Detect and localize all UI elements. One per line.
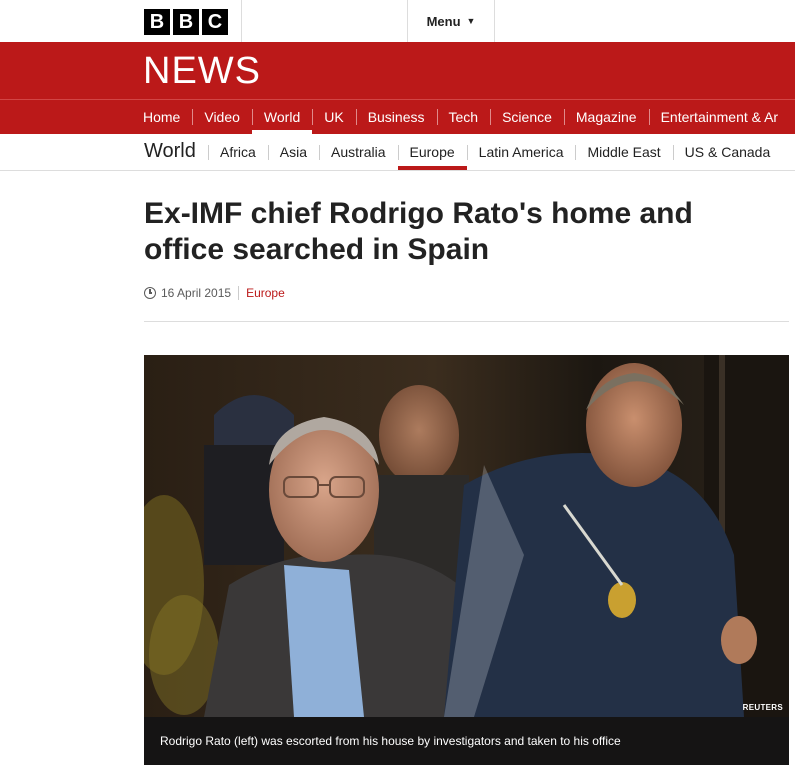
section-link[interactable]: Europe (246, 286, 285, 300)
nav-item-uk[interactable]: UK (312, 100, 355, 134)
nav-item-science[interactable]: Science (490, 100, 564, 134)
subnav-item-australia[interactable]: Australia (319, 134, 397, 170)
nav-item-home[interactable]: Home (131, 100, 192, 134)
article-date: 16 April 2015 (161, 286, 232, 300)
bbc-logo[interactable]: B B C (144, 9, 228, 35)
menu-label: Menu (426, 13, 461, 29)
menu-button[interactable]: Menu ▼ (407, 0, 495, 42)
secondary-nav: World Africa Asia Australia Europe Latin… (0, 134, 795, 171)
nav-item-magazine[interactable]: Magazine (563, 100, 649, 134)
subnav-item-middle-east[interactable]: Middle East (575, 134, 672, 170)
nav-item-entertainment[interactable]: Entertainment & Ar (648, 100, 791, 134)
image-caption-text: Rodrigo Rato (left) was escorted from hi… (160, 734, 621, 748)
bbc-logo-letter: C (202, 9, 228, 35)
bbc-logo-letter: B (144, 9, 170, 35)
clock-icon (144, 287, 156, 299)
primary-nav: Home Video World UK Business Tech Scienc… (0, 99, 795, 134)
subnav-item-latin-america[interactable]: Latin America (466, 134, 576, 170)
nav-item-business[interactable]: Business (355, 100, 437, 134)
subnav-item-us-canada[interactable]: US & Canada (672, 134, 783, 170)
bbc-logo-letter: B (173, 9, 199, 35)
image-credit: REUTERS (742, 703, 783, 712)
article-headline: Ex-IMF chief Rodrigo Rato's home and off… (144, 197, 693, 266)
subnav-item-asia[interactable]: Asia (267, 134, 319, 170)
subnav-item-africa[interactable]: Africa (208, 134, 268, 170)
masthead: NEWS (0, 42, 795, 99)
top-bar: B B C Menu ▼ (0, 0, 795, 43)
chevron-down-icon: ▼ (466, 16, 476, 26)
nav-item-tech[interactable]: Tech (436, 100, 491, 134)
section-title[interactable]: World (144, 140, 196, 163)
divider (238, 286, 240, 300)
subnav-item-europe[interactable]: Europe (397, 134, 467, 170)
photo-illustration (144, 355, 789, 717)
divider (241, 0, 242, 42)
news-logo[interactable]: NEWS (143, 50, 261, 93)
article-image: REUTERS Rodrigo Rato (left) was escorted… (144, 355, 789, 765)
nav-item-world[interactable]: World (251, 100, 313, 134)
article-meta: 16 April 2015 Europe (144, 286, 285, 300)
divider (144, 321, 789, 322)
image-caption: Rodrigo Rato (left) was escorted from hi… (144, 717, 789, 765)
nav-item-video[interactable]: Video (192, 100, 252, 134)
